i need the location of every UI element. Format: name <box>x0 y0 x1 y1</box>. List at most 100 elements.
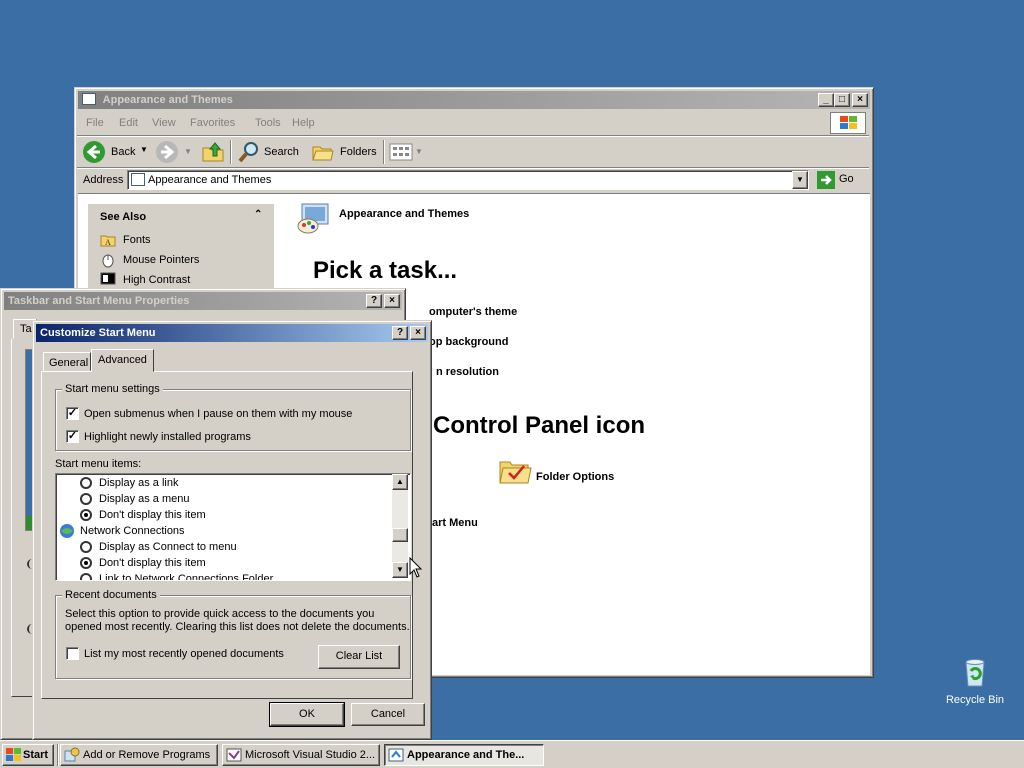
taskbar: Start Add or Remove Programs Microsoft V… <box>0 740 1024 768</box>
tab-general[interactable]: General <box>43 352 91 371</box>
start-menu-settings-group: Start menu settings ✓ Open submenus when… <box>55 383 411 451</box>
highlight-programs-label: Highlight newly installed programs <box>84 431 251 443</box>
menu-view[interactable]: View <box>152 117 176 129</box>
go-label: Go <box>839 173 854 185</box>
close-button[interactable]: × <box>852 93 868 107</box>
see-also-high-contrast[interactable]: High Contrast <box>123 274 190 286</box>
menu-tools[interactable]: Tools <box>255 117 281 129</box>
scroll-down-button[interactable]: ▼ <box>392 562 408 578</box>
views-button[interactable]: ▼ <box>389 141 425 163</box>
task-link-background[interactable]: op background <box>429 336 508 348</box>
tab-advanced-label: Advanced <box>98 354 147 366</box>
search-label: Search <box>264 146 299 158</box>
recycle-bin-icon <box>965 659 985 687</box>
high-contrast-icon <box>100 272 116 285</box>
explorer-titlebar[interactable]: Appearance and Themes _ □ × <box>78 91 870 109</box>
taskbar-properties-titlebar[interactable]: Taskbar and Start Menu Properties ? × <box>4 292 402 310</box>
back-dropdown-icon[interactable]: ▼ <box>140 145 148 154</box>
clear-list-button[interactable]: Clear List <box>318 645 400 669</box>
list-recent-checkbox[interactable] <box>66 647 79 660</box>
mouse-icon <box>102 254 114 268</box>
separator <box>77 167 869 169</box>
menu-file[interactable]: File <box>86 117 104 129</box>
recycle-bin-label: Recycle Bin <box>945 694 1005 706</box>
start-menu-items-list[interactable]: Display as a link Display as a menu Don'… <box>55 473 411 581</box>
menu-favorites[interactable]: Favorites <box>190 117 235 129</box>
radio-dont-display[interactable] <box>80 557 92 569</box>
radio-connect-menu[interactable] <box>80 541 92 553</box>
customize-start-menu-dialog: Customize Start Menu ? × General Advance… <box>32 320 432 740</box>
up-folder-icon[interactable] <box>201 140 225 164</box>
toolbar: Back ▼ ▼ Search Folders ▼ <box>79 138 869 166</box>
taskbar-item-add-remove[interactable]: Add or Remove Programs <box>60 744 218 766</box>
help-button[interactable]: ? <box>392 326 408 340</box>
views-dropdown-icon[interactable]: ▼ <box>415 147 423 156</box>
radio-display-menu[interactable] <box>80 493 92 505</box>
list-recent-label: List my most recently opened documents <box>84 648 284 660</box>
list-item: Display as a link <box>99 477 179 489</box>
open-submenus-checkbox[interactable]: ✓ <box>66 407 79 420</box>
forward-dropdown-icon[interactable]: ▼ <box>184 147 192 156</box>
close-button[interactable]: × <box>410 326 426 340</box>
menu-edit[interactable]: Edit <box>119 117 138 129</box>
pick-icon-heading: Control Panel icon <box>433 412 646 439</box>
radio-display-link[interactable] <box>80 477 92 489</box>
address-value: Appearance and Themes <box>148 174 272 186</box>
address-field[interactable]: Appearance and Themes ▼ <box>127 170 809 190</box>
go-button[interactable]: Go <box>815 170 863 190</box>
collapse-chevron-icon[interactable]: ⌃ <box>254 209 262 220</box>
folders-button[interactable]: Folders <box>309 139 379 165</box>
separator <box>77 135 869 137</box>
list-item: Link to Network Connections Folder <box>99 573 274 581</box>
explorer-title: Appearance and Themes <box>102 94 233 106</box>
see-also-mouse-pointers[interactable]: Mouse Pointers <box>123 254 199 266</box>
folder-options-link[interactable]: Folder Options <box>536 471 614 483</box>
taskbar-item-label: Microsoft Visual Studio 2... <box>245 749 376 761</box>
see-also-fonts[interactable]: Fonts <box>123 234 151 246</box>
ok-button[interactable]: OK <box>269 702 345 727</box>
recent-description: opened most recently. Clearing this list… <box>65 621 410 633</box>
clear-list-label: Clear List <box>335 650 383 662</box>
task-link-theme[interactable]: omputer's theme <box>429 306 517 318</box>
menu-help[interactable]: Help <box>292 117 315 129</box>
start-button[interactable]: Start <box>2 744 54 766</box>
recycle-bin[interactable]: Recycle Bin <box>940 656 1010 712</box>
highlight-programs-checkbox[interactable]: ✓ <box>66 430 79 443</box>
scrollbar[interactable]: ▲ ▼ <box>392 474 408 578</box>
list-item: Display as a menu <box>99 493 190 505</box>
maximize-button[interactable]: □ <box>834 93 850 107</box>
forward-button[interactable]: ▼ <box>153 139 193 165</box>
back-label: Back <box>111 146 136 158</box>
list-item: Display as Connect to menu <box>99 541 237 553</box>
customize-titlebar[interactable]: Customize Start Menu ? × <box>36 324 428 342</box>
start-label: Start <box>23 749 49 761</box>
address-dropdown-button[interactable]: ▼ <box>792 171 808 189</box>
cancel-button[interactable]: Cancel <box>351 703 425 726</box>
toolbar-divider <box>383 140 385 164</box>
control-panel-icon <box>82 93 96 105</box>
search-button[interactable]: Search <box>235 139 305 165</box>
minimize-button[interactable]: _ <box>818 93 834 107</box>
see-also-header[interactable]: See Also ⌃ <box>88 204 274 228</box>
forward-arrow-icon <box>156 141 178 163</box>
scroll-up-button[interactable]: ▲ <box>392 474 408 490</box>
start-menu-link[interactable]: art Menu <box>432 517 478 529</box>
task-link-resolution[interactable]: n resolution <box>436 366 499 378</box>
taskbar-item-visual-studio[interactable]: Microsoft Visual Studio 2... <box>222 744 380 766</box>
address-label: Address <box>83 174 124 186</box>
tab-advanced[interactable]: Advanced <box>91 349 154 372</box>
back-button[interactable]: Back ▼ <box>82 139 152 165</box>
visual-studio-icon <box>226 748 242 762</box>
folders-label: Folders <box>340 146 377 158</box>
windows-flag-icon <box>6 748 21 761</box>
taskbar-item-appearance[interactable]: Appearance and The... <box>384 744 544 766</box>
start-menu-items-label: Start menu items: <box>55 458 142 470</box>
radio-link-folder[interactable] <box>80 573 92 580</box>
network-connections-icon <box>60 524 74 538</box>
help-button[interactable]: ? <box>366 294 382 308</box>
views-icon <box>389 143 413 161</box>
scroll-thumb[interactable] <box>392 528 408 542</box>
radio-dont-display[interactable] <box>80 509 92 521</box>
recent-description: Select this option to provide quick acce… <box>65 608 375 620</box>
close-button[interactable]: × <box>384 294 400 308</box>
